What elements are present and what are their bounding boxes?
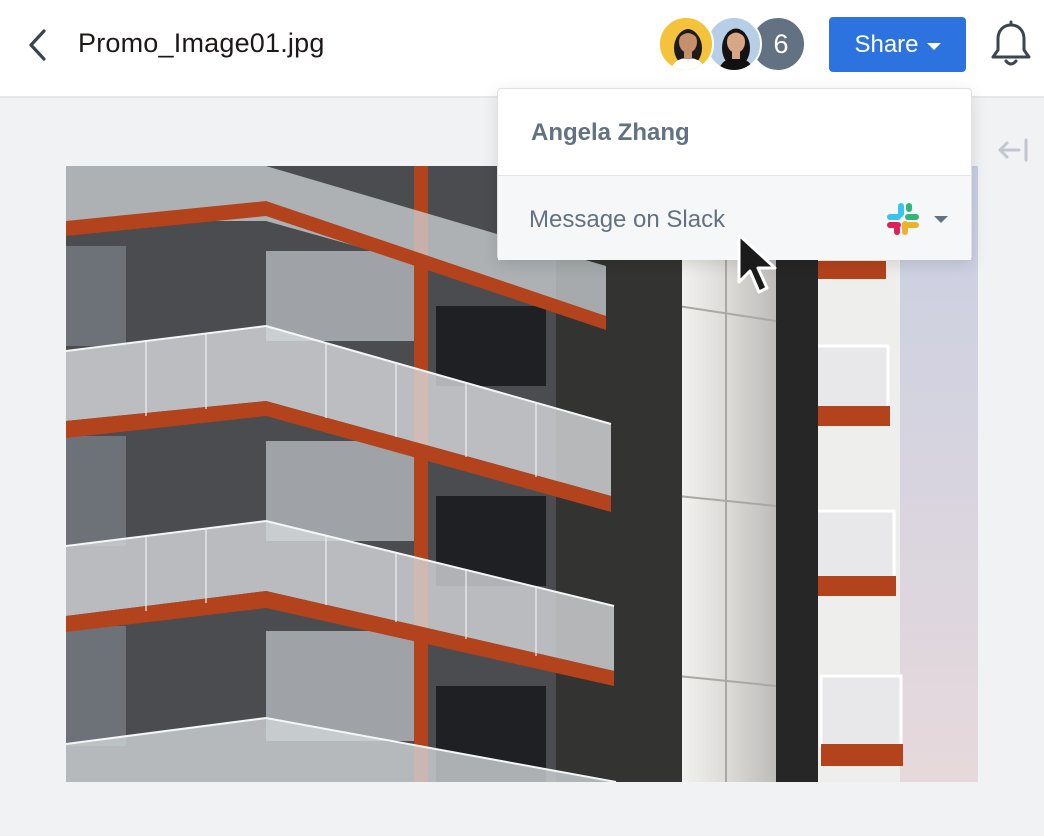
share-button-label: Share [854,30,919,58]
bell-icon [991,20,1031,66]
collaborator-avatars[interactable]: 6 [658,16,808,74]
popover-user-name: Angela Zhang [531,119,690,146]
slack-icon [887,203,919,235]
top-bar: Promo_Image01.jpg 6 Share [0,0,1044,98]
share-button[interactable]: Share [829,17,966,72]
collapse-right-panel-icon [998,138,1028,162]
caret-down-icon[interactable] [934,216,948,223]
avatar-woman-icon [708,18,760,70]
avatar[interactable] [658,16,714,72]
chevron-left-icon [29,29,46,61]
file-name: Promo_Image01.jpg [78,28,325,58]
message-on-slack-label: Message on Slack [529,206,726,233]
sidebar-toggle-button[interactable] [996,137,1030,163]
caret-down-icon [926,42,941,50]
mouse-cursor-icon [737,233,777,294]
avatar[interactable] [706,16,762,72]
notifications-button[interactable] [988,20,1034,70]
back-button[interactable] [22,26,52,64]
avatar-woman-icon [660,18,712,70]
